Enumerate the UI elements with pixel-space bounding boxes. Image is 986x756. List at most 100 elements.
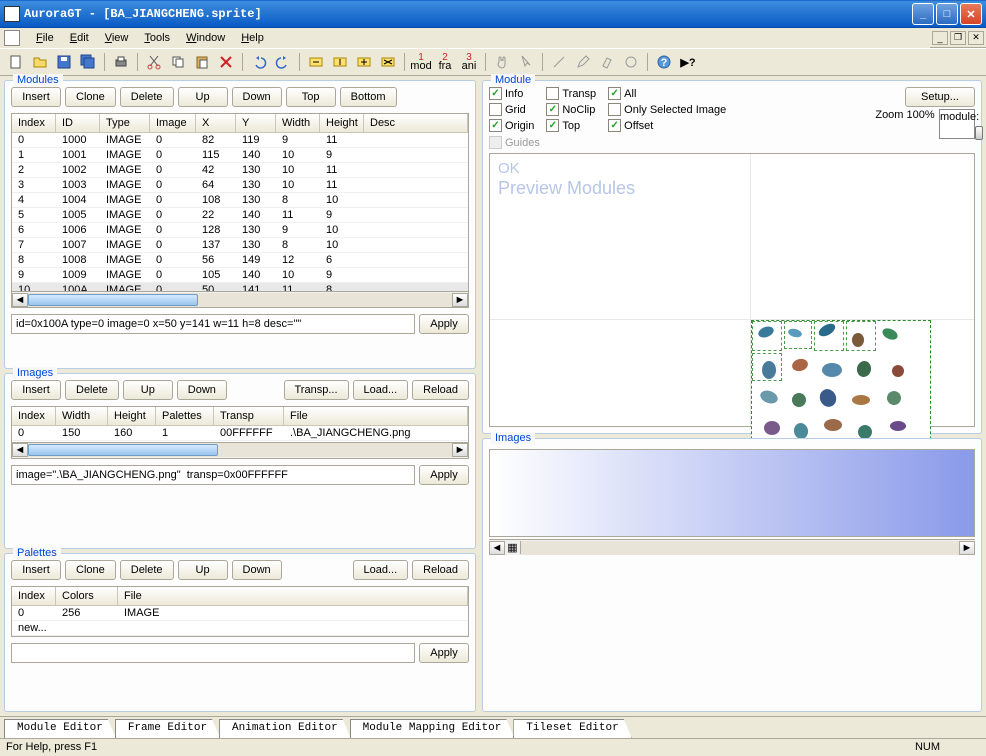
menu-edit[interactable]: Edit bbox=[62, 30, 97, 46]
chk-top[interactable]: Top bbox=[546, 119, 596, 132]
expand-icon[interactable] bbox=[378, 52, 398, 72]
modules-hscroll[interactable]: ◄ ► bbox=[12, 291, 468, 307]
images-gradient-preview[interactable] bbox=[489, 449, 975, 537]
images-down-button[interactable]: Down bbox=[177, 380, 227, 400]
col-index[interactable]: Index bbox=[12, 114, 56, 132]
hand-icon[interactable] bbox=[492, 52, 512, 72]
scroll-left-icon[interactable]: ◄ bbox=[489, 541, 505, 555]
table-row[interactable]: 51005IMAGE022140119 bbox=[12, 208, 468, 223]
col-y[interactable]: Y bbox=[236, 114, 276, 132]
tab-tileset-editor[interactable]: Tileset Editor bbox=[513, 719, 631, 738]
scroll-right-icon[interactable]: ► bbox=[959, 541, 975, 555]
table-row[interactable]: 10100AIMAGE050141118 bbox=[12, 283, 468, 291]
chk-info[interactable]: Info bbox=[489, 87, 534, 100]
redo-icon[interactable] bbox=[273, 52, 293, 72]
palettes-apply-button[interactable]: Apply bbox=[419, 643, 469, 663]
tab-mapping-editor[interactable]: Module Mapping Editor bbox=[350, 719, 515, 738]
mdi-minimize[interactable]: _ bbox=[932, 31, 948, 45]
pencil-icon[interactable] bbox=[573, 52, 593, 72]
minimize-button[interactable]: _ bbox=[912, 3, 934, 25]
palettes-clone-button[interactable]: Clone bbox=[65, 560, 116, 580]
setup-button[interactable]: Setup... bbox=[905, 87, 975, 107]
cut-icon[interactable] bbox=[144, 52, 164, 72]
help-icon[interactable]: ? bbox=[654, 52, 674, 72]
palettes-up-button[interactable]: Up bbox=[178, 560, 228, 580]
menu-view[interactable]: View bbox=[97, 30, 137, 46]
images-reload-button[interactable]: Reload bbox=[412, 380, 469, 400]
col-p-file[interactable]: File bbox=[118, 587, 468, 605]
col-p-colors[interactable]: Colors bbox=[56, 587, 118, 605]
tab-animation-editor[interactable]: Animation Editor bbox=[219, 719, 351, 738]
palettes-insert-button[interactable]: Insert bbox=[11, 560, 61, 580]
preview-viewport[interactable]: OK Preview Modules bbox=[489, 153, 975, 427]
undo-icon[interactable] bbox=[249, 52, 269, 72]
palettes-delete-button[interactable]: Delete bbox=[120, 560, 174, 580]
table-row[interactable]: 21002IMAGE0421301011 bbox=[12, 163, 468, 178]
table-row[interactable]: 41004IMAGE0108130810 bbox=[12, 193, 468, 208]
mdi-close[interactable]: ✕ bbox=[968, 31, 984, 45]
col-i-file[interactable]: File bbox=[284, 407, 468, 425]
col-i-transp[interactable]: Transp bbox=[214, 407, 284, 425]
images-hscroll[interactable]: ◄ ► bbox=[12, 442, 468, 458]
col-desc[interactable]: Desc bbox=[364, 114, 468, 132]
col-i-pal[interactable]: Palettes bbox=[156, 407, 214, 425]
table-row[interactable]: 61006IMAGE0128130910 bbox=[12, 223, 468, 238]
table-row[interactable]: 91009IMAGE0105140109 bbox=[12, 268, 468, 283]
new-icon[interactable] bbox=[6, 52, 26, 72]
scroll-right-icon[interactable]: ► bbox=[452, 293, 468, 307]
images-insert-button[interactable]: Insert bbox=[11, 380, 61, 400]
menu-file[interactable]: File bbox=[28, 30, 62, 46]
images-right-hscroll[interactable]: ◄ ▦ ► bbox=[489, 539, 975, 555]
chk-only-selected[interactable]: Only Selected Image bbox=[608, 103, 726, 116]
col-height[interactable]: Height bbox=[320, 114, 364, 132]
chk-origin[interactable]: Origin bbox=[489, 119, 534, 132]
palettes-apply-input[interactable] bbox=[11, 643, 415, 663]
modules-up-button[interactable]: Up bbox=[178, 87, 228, 107]
col-id[interactable]: ID bbox=[56, 114, 100, 132]
table-row[interactable]: 0256IMAGE bbox=[12, 606, 468, 621]
col-type[interactable]: Type bbox=[100, 114, 150, 132]
col-width[interactable]: Width bbox=[276, 114, 320, 132]
fit-v-icon[interactable] bbox=[330, 52, 350, 72]
scroll-left-icon[interactable]: ◄ bbox=[12, 293, 28, 307]
table-row[interactable]: 01000IMAGE082119911 bbox=[12, 133, 468, 148]
col-i-index[interactable]: Index bbox=[12, 407, 56, 425]
chk-noclip[interactable]: NoClip bbox=[546, 103, 596, 116]
table-row[interactable]: 11001IMAGE0115140109 bbox=[12, 148, 468, 163]
whats-this-icon[interactable]: ▶? bbox=[678, 52, 698, 72]
ani-icon[interactable]: 3ani bbox=[459, 52, 479, 72]
scroll-left-icon[interactable]: ◄ bbox=[12, 443, 28, 457]
images-apply-input[interactable] bbox=[11, 465, 415, 485]
modules-apply-input[interactable] bbox=[11, 314, 415, 334]
mdi-restore[interactable]: ❐ bbox=[950, 31, 966, 45]
chk-transp[interactable]: Transp bbox=[546, 87, 596, 100]
menu-tools[interactable]: Tools bbox=[136, 30, 178, 46]
col-i-width[interactable]: Width bbox=[56, 407, 108, 425]
tab-frame-editor[interactable]: Frame Editor bbox=[115, 719, 220, 738]
images-apply-button[interactable]: Apply bbox=[419, 465, 469, 485]
palettes-load-button[interactable]: Load... bbox=[353, 560, 409, 580]
print-icon[interactable] bbox=[111, 52, 131, 72]
brush-icon[interactable] bbox=[597, 52, 617, 72]
col-i-height[interactable]: Height bbox=[108, 407, 156, 425]
maximize-button[interactable]: □ bbox=[936, 3, 958, 25]
col-image[interactable]: Image bbox=[150, 114, 196, 132]
copy-icon[interactable] bbox=[168, 52, 188, 72]
modules-table[interactable]: Index ID Type Image X Y Width Height Des… bbox=[11, 113, 469, 308]
modules-delete-button[interactable]: Delete bbox=[120, 87, 174, 107]
table-row[interactable]: 31003IMAGE0641301011 bbox=[12, 178, 468, 193]
thumb-mode-icon[interactable]: ▦ bbox=[505, 541, 521, 554]
table-row[interactable]: new... bbox=[12, 621, 468, 636]
table-row[interactable]: 81008IMAGE056149126 bbox=[12, 253, 468, 268]
close-button[interactable]: ✕ bbox=[960, 3, 982, 25]
col-x[interactable]: X bbox=[196, 114, 236, 132]
palettes-down-button[interactable]: Down bbox=[232, 560, 282, 580]
images-load-button[interactable]: Load... bbox=[353, 380, 409, 400]
fit-h-icon[interactable] bbox=[306, 52, 326, 72]
scroll-right-icon[interactable]: ► bbox=[452, 443, 468, 457]
table-row[interactable]: 71007IMAGE0137130810 bbox=[12, 238, 468, 253]
chk-all[interactable]: All bbox=[608, 87, 726, 100]
circle-tool-icon[interactable] bbox=[621, 52, 641, 72]
modules-clone-button[interactable]: Clone bbox=[65, 87, 116, 107]
images-delete-button[interactable]: Delete bbox=[65, 380, 119, 400]
